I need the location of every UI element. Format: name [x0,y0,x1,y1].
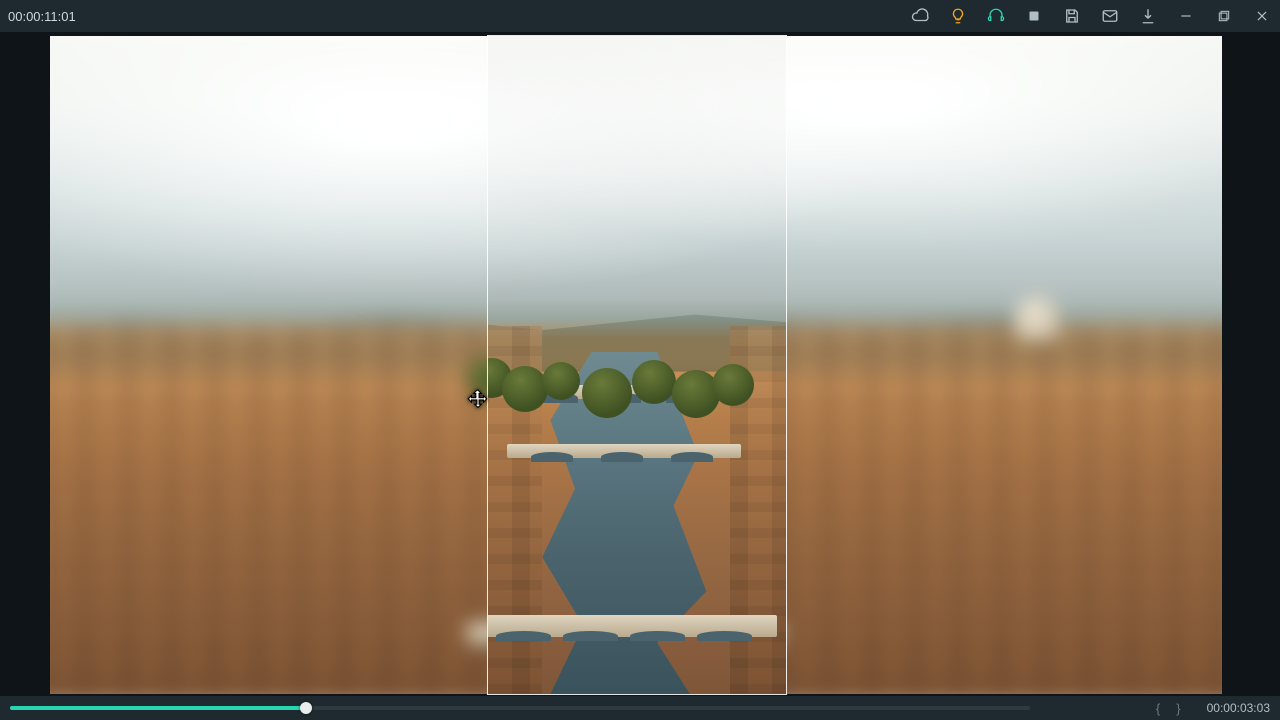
progress-fill [10,706,306,710]
progress-thumb[interactable] [300,702,312,714]
save-icon[interactable] [1062,6,1082,26]
minimize-icon[interactable] [1176,6,1196,26]
cloud-icon[interactable] [910,6,930,26]
preview-viewport[interactable] [0,32,1280,696]
bracket-open-icon[interactable]: { [1152,701,1164,716]
title-bar-left: 00:00:11:01 [8,9,76,24]
maximize-restore-icon[interactable] [1214,6,1234,26]
stop-icon[interactable] [1024,6,1044,26]
playback-footer: { } 00:00:03:03 [0,696,1280,720]
clip-timecode: 00:00:11:01 [8,9,76,24]
bracket-close-icon[interactable]: } [1172,701,1184,716]
sharp-focus-layer [488,36,786,694]
download-icon[interactable] [1138,6,1158,26]
lightbulb-icon[interactable] [948,6,968,26]
headset-icon[interactable] [986,6,1006,26]
mail-icon[interactable] [1100,6,1120,26]
playback-progress[interactable] [10,706,1030,710]
close-icon[interactable] [1252,6,1272,26]
title-bar-right [910,6,1272,26]
playhead-timecode: 00:00:03:03 [1193,701,1270,715]
crop-region[interactable] [488,36,786,694]
title-bar: 00:00:11:01 [0,0,1280,32]
